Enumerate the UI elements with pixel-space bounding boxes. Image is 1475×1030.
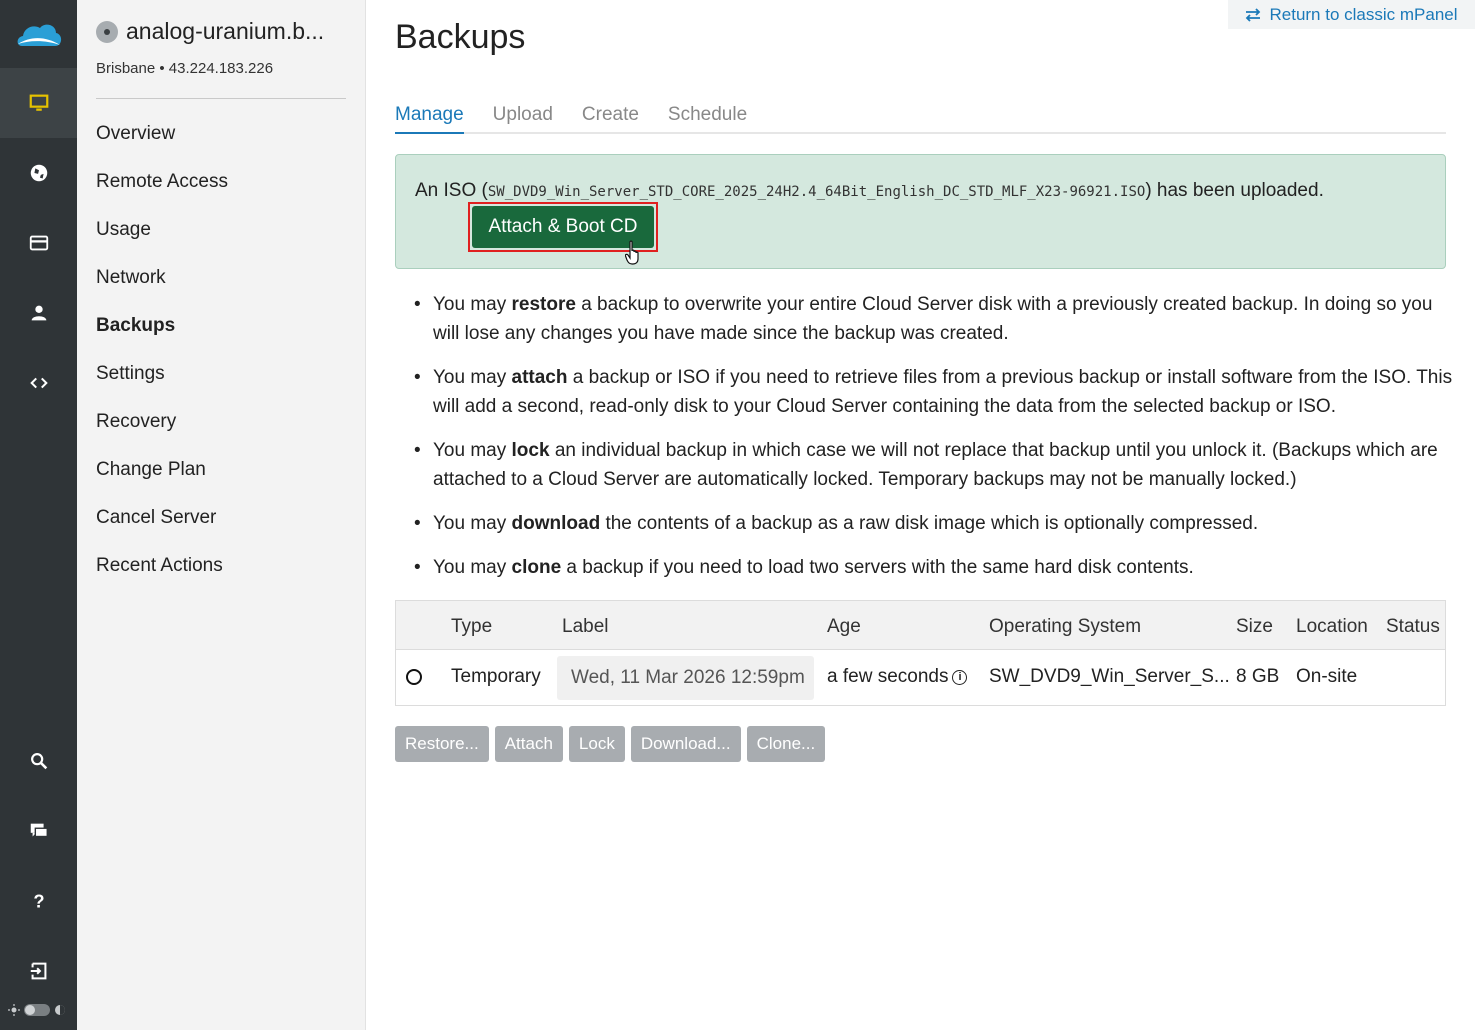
sidebar-item-network[interactable]: Network [96,261,228,309]
rail-item-search[interactable] [0,726,77,796]
iso-filename: SW_DVD9_Win_Server_STD_CORE_2025_24H2.4_… [487,184,1146,200]
column-header-label: Label [562,616,609,637]
tab-upload[interactable]: Upload [493,100,553,134]
tab-create[interactable]: Create [582,100,639,134]
disc-icon [96,20,118,43]
sun-icon [8,1004,20,1016]
sidebar-divider [96,98,346,99]
icon-rail: ? [0,0,77,1030]
tab-bar: Manage Upload Create Schedule [395,100,1446,134]
column-header-size: Size [1236,616,1273,637]
search-icon [30,753,47,770]
rail-item-help[interactable]: ? [0,866,77,936]
moon-icon [55,1005,65,1015]
backup-actions: Restore... Attach Lock Download... Clone… [395,726,826,762]
info-icon[interactable]: i [952,670,968,685]
chat-icon [30,823,48,838]
rail-item-account[interactable] [0,278,77,348]
alert-message: An ISO (SW_DVD9_Win_Server_STD_CORE_2025… [415,180,1324,202]
sidebar-item-settings[interactable]: Settings [96,357,228,405]
pointer-cursor-icon [625,240,639,265]
list-item: You may clone a backup if you need to lo… [414,553,1454,582]
tab-manage[interactable]: Manage [395,100,464,134]
list-item: You may download the contents of a backu… [414,509,1454,538]
cell-size: 8 GB [1236,666,1280,687]
clone-button[interactable]: Clone... [746,726,826,762]
sidebar-item-change-plan[interactable]: Change Plan [96,453,228,501]
backups-table: Type Label Age Operating System Size Loc… [395,600,1446,706]
backup-label-field[interactable]: Wed, 11 Mar 2026 12:59pm [557,656,814,700]
list-item: You may restore a backup to overwrite yo… [414,290,1454,348]
server-name: analog-uranium.b... [126,18,325,44]
sidebar-item-usage[interactable]: Usage [96,213,228,261]
cell-age: a few seconds i [827,666,968,688]
column-header-status: Status [1386,616,1440,637]
sidebar-item-recent-actions[interactable]: Recent Actions [96,549,228,597]
cloud-logo-icon[interactable] [14,18,64,54]
download-button[interactable]: Download... [630,726,741,762]
sidebar-item-remote-access[interactable]: Remote Access [96,165,228,213]
credit-card-icon [29,235,48,251]
help-icon: ? [33,890,44,911]
backup-info-list: You may restore a backup to overwrite yo… [414,290,1454,597]
cell-age-text: a few seconds [827,666,949,687]
sidebar-item-recovery[interactable]: Recovery [96,405,228,453]
toggle-switch[interactable] [24,1004,50,1016]
return-classic-link[interactable]: Return to classic mPanel [1228,0,1475,29]
sidebar-item-cancel-server[interactable]: Cancel Server [96,501,228,549]
tab-schedule[interactable]: Schedule [668,100,747,134]
alert-suffix: ) has been uploaded. [1145,180,1324,201]
rail-item-servers[interactable] [0,68,77,138]
sidebar-item-backups[interactable]: Backups [96,309,228,357]
table-row[interactable]: Temporary Wed, 11 Mar 2026 12:59pm a few… [396,651,1445,706]
globe-icon [30,164,47,182]
restore-button[interactable]: Restore... [395,726,489,762]
sidebar-item-overview[interactable]: Overview [96,117,228,165]
column-header-type: Type [451,616,493,637]
server-nav: Overview Remote Access Usage Network Bac… [96,117,228,597]
iso-uploaded-alert: An ISO (SW_DVD9_Win_Server_STD_CORE_2025… [395,154,1446,269]
list-item: You may attach a backup or ISO if you ne… [414,363,1454,421]
rail-item-chat[interactable] [0,796,77,866]
logout-icon [30,962,46,980]
swap-arrows-icon [1246,7,1261,22]
lock-button[interactable]: Lock [568,726,625,762]
svg-text:?: ? [33,890,44,911]
page-title: Backups [395,18,526,56]
list-item: You may lock an individual backup in whi… [414,436,1454,494]
attach-button[interactable]: Attach [494,726,563,762]
table-header: Type Label Age Operating System Size Loc… [396,601,1445,650]
server-sidebar: analog-uranium.b... Brisbane • 43.224.18… [77,0,366,1030]
row-select-radio[interactable] [406,669,422,685]
server-header: analog-uranium.b... [96,18,324,45]
rail-item-api[interactable] [0,348,77,418]
code-icon [29,377,48,389]
cell-location: On-site [1296,666,1358,687]
user-icon [31,305,46,321]
return-classic-label: Return to classic mPanel [1269,4,1458,24]
cell-type: Temporary [451,666,541,687]
monitor-icon [29,94,48,111]
theme-toggle[interactable] [8,1000,70,1020]
rail-item-logout[interactable] [0,936,77,1006]
column-header-location: Location [1296,616,1368,637]
server-location: Brisbane • 43.224.183.226 [96,60,274,77]
alert-prefix: An ISO ( [415,180,488,201]
column-header-age: Age [827,616,861,637]
cell-os: SW_DVD9_Win_Server_S... [989,666,1230,687]
main-content: Return to classic mPanel Backups Manage … [366,0,1475,1030]
rail-item-billing[interactable] [0,208,77,278]
column-header-os: Operating System [989,616,1142,637]
rail-item-domains[interactable] [0,138,77,208]
